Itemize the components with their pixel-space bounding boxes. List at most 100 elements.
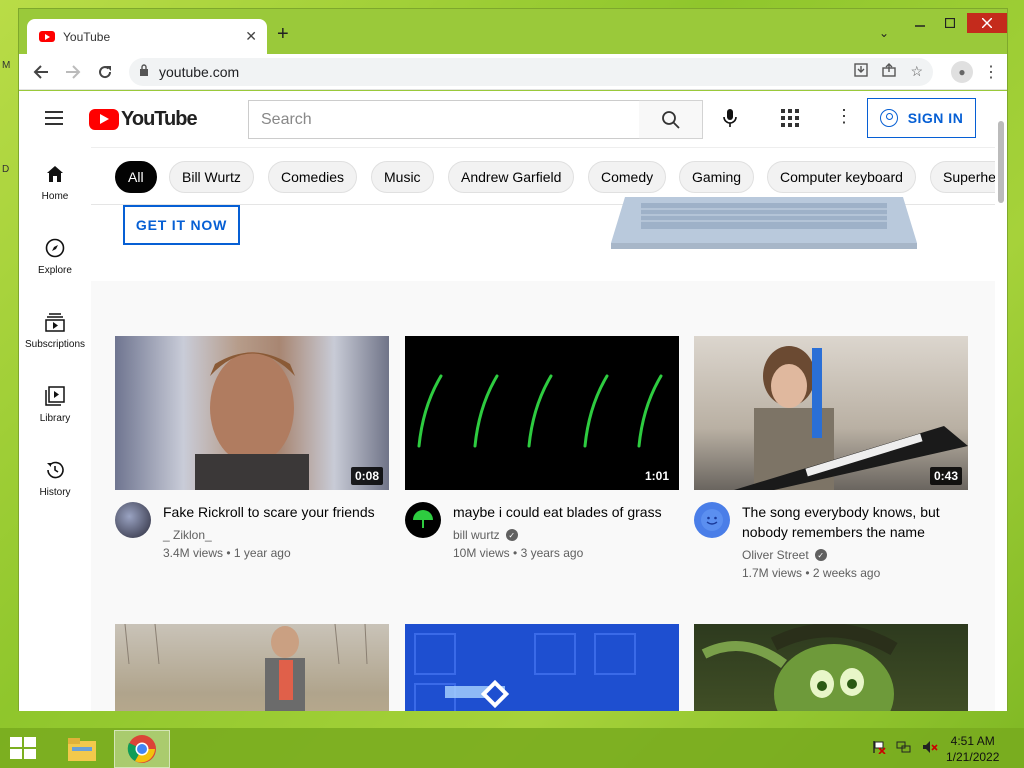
lock-icon[interactable] xyxy=(139,64,149,79)
chip-andrew-garfield[interactable]: Andrew Garfield xyxy=(448,161,575,193)
minimize-button[interactable] xyxy=(909,13,931,33)
network-icon[interactable] xyxy=(896,740,912,757)
install-app-icon[interactable] xyxy=(854,63,869,80)
share-icon[interactable] xyxy=(882,63,897,80)
channel-avatar[interactable] xyxy=(694,502,730,538)
chip-music[interactable]: Music xyxy=(371,161,434,193)
thumbnail-image xyxy=(124,624,368,711)
close-window-button[interactable] xyxy=(967,13,1007,33)
thumbnail-image xyxy=(701,624,898,711)
youtube-header: YouTube Search ⋮ SIGN IN xyxy=(19,91,1007,147)
video-duration: 0:43 xyxy=(929,467,962,485)
page-scrollbar[interactable] xyxy=(995,91,1007,711)
search-button[interactable] xyxy=(639,100,703,139)
video-card[interactable] xyxy=(405,624,679,711)
chip-all[interactable]: All xyxy=(115,161,157,193)
search-icon xyxy=(661,110,680,129)
sidebar-item-history[interactable]: History xyxy=(19,443,91,517)
desktop-icon-label: D xyxy=(2,164,10,175)
chip-superhero[interactable]: Superhe xyxy=(930,161,995,193)
video-title[interactable]: The song everybody knows, but nobody rem… xyxy=(742,502,968,542)
bookmark-star-icon[interactable]: ☆ xyxy=(910,63,923,80)
video-thumbnail[interactable] xyxy=(115,624,389,711)
windows-start-button[interactable] xyxy=(10,737,38,761)
browser-toolbar: youtube.com ☆ ● ⋮ xyxy=(19,54,1007,90)
chip-bill-wurtz[interactable]: Bill Wurtz xyxy=(169,161,254,193)
chip-gaming[interactable]: Gaming xyxy=(679,161,755,193)
account-icon xyxy=(879,109,898,127)
maximize-button[interactable] xyxy=(939,13,961,33)
search-input[interactable]: Search xyxy=(248,100,640,139)
video-title[interactable]: Fake Rickroll to scare your friends xyxy=(163,502,375,522)
verified-check-icon: ✓ xyxy=(814,549,827,561)
library-icon xyxy=(44,385,66,407)
view-count: 10M views xyxy=(453,546,510,560)
desktop-icon-label: M xyxy=(2,60,11,71)
profile-avatar-icon[interactable]: ● xyxy=(951,60,973,83)
chrome-taskbar-button[interactable] xyxy=(114,730,170,768)
address-bar[interactable]: youtube.com ☆ xyxy=(129,57,933,86)
channel-name[interactable]: _ Ziklon_ xyxy=(163,528,212,542)
tab-close-icon[interactable]: ✕ xyxy=(245,28,257,45)
title-bar: YouTube ✕ + ⌄ xyxy=(19,9,1007,54)
video-card[interactable]: 0:43 The song everybody knows, but nobod… xyxy=(694,336,968,580)
new-tab-button[interactable]: + xyxy=(277,24,289,44)
sidebar-item-library[interactable]: Library xyxy=(19,369,91,443)
system-tray xyxy=(872,740,938,757)
thumbnail-image xyxy=(195,352,309,490)
sidebar-item-explore[interactable]: Explore xyxy=(19,221,91,295)
sidebar-item-label: Library xyxy=(39,413,71,424)
video-thumbnail[interactable]: 0:08 xyxy=(115,336,389,490)
channel-name[interactable]: Oliver Street xyxy=(742,548,809,562)
verified-check-icon: ✓ xyxy=(505,529,518,541)
chip-comedy[interactable]: Comedy xyxy=(588,161,667,193)
volume-muted-icon[interactable] xyxy=(922,740,938,757)
voice-search-button[interactable] xyxy=(722,108,738,133)
video-card[interactable]: 0:08 Fake Rickroll to scare your friends… xyxy=(115,336,389,560)
view-count: 1.7M views xyxy=(742,566,803,580)
browser-menu-icon[interactable]: ⋮ xyxy=(983,62,999,82)
url-text[interactable]: youtube.com xyxy=(159,64,840,80)
file-explorer-taskbar-button[interactable] xyxy=(54,730,110,768)
tab-search-chevron-icon[interactable]: ⌄ xyxy=(879,26,889,40)
browser-window: YouTube ✕ + ⌄ youtube.com ☆ ● ⋮ YouTube … xyxy=(18,8,1008,711)
sign-in-button[interactable]: SIGN IN xyxy=(867,98,976,138)
action-center-flag-icon[interactable] xyxy=(872,740,886,757)
browser-tab[interactable]: YouTube ✕ xyxy=(27,19,267,54)
tab-title: YouTube xyxy=(63,29,111,44)
video-card[interactable] xyxy=(694,624,968,711)
reload-button[interactable] xyxy=(91,58,119,86)
sidebar-item-label: Explore xyxy=(38,265,72,276)
video-title[interactable]: maybe i could eat blades of grass xyxy=(453,502,662,522)
menu-hamburger-icon[interactable] xyxy=(45,111,63,125)
settings-kebab-icon[interactable]: ⋮ xyxy=(835,106,853,127)
video-thumbnail[interactable]: 1:01 xyxy=(405,336,679,490)
video-thumbnail[interactable] xyxy=(694,624,968,711)
video-card[interactable]: 1:01 maybe i could eat blades of grass b… xyxy=(405,336,679,560)
sidebar-item-home[interactable]: Home xyxy=(19,147,91,221)
video-thumbnail[interactable] xyxy=(405,624,679,711)
youtube-logo[interactable]: YouTube xyxy=(89,108,198,131)
sidebar-item-subscriptions[interactable]: Subscriptions xyxy=(19,295,91,369)
apps-grid-icon[interactable] xyxy=(781,109,799,127)
sidebar-item-label: History xyxy=(39,487,71,498)
video-card[interactable] xyxy=(115,624,389,711)
forward-button[interactable] xyxy=(59,58,87,86)
clock-date: 1/21/2022 xyxy=(946,750,1000,764)
back-button[interactable] xyxy=(27,58,55,86)
video-duration: 0:08 xyxy=(350,467,383,485)
get-it-now-button[interactable]: GET IT NOW xyxy=(123,205,240,245)
channel-avatar[interactable] xyxy=(115,502,151,538)
folder-icon xyxy=(68,738,96,761)
chip-computer-keyboard[interactable]: Computer keyboard xyxy=(767,161,916,193)
chrome-icon xyxy=(127,735,156,763)
channel-avatar[interactable] xyxy=(405,502,441,538)
upload-age: 3 years ago xyxy=(520,546,584,560)
youtube-sidebar: Home Explore Subscriptions Library Histo… xyxy=(19,147,91,711)
video-thumbnail[interactable]: 0:43 xyxy=(694,336,968,490)
scrollbar-thumb[interactable] xyxy=(998,121,1004,203)
chip-comedies[interactable]: Comedies xyxy=(268,161,358,193)
umbrella-icon xyxy=(413,510,433,528)
channel-name[interactable]: bill wurtz xyxy=(453,528,500,542)
taskbar-clock[interactable]: 4:51 AM 1/21/2022 xyxy=(946,733,999,765)
